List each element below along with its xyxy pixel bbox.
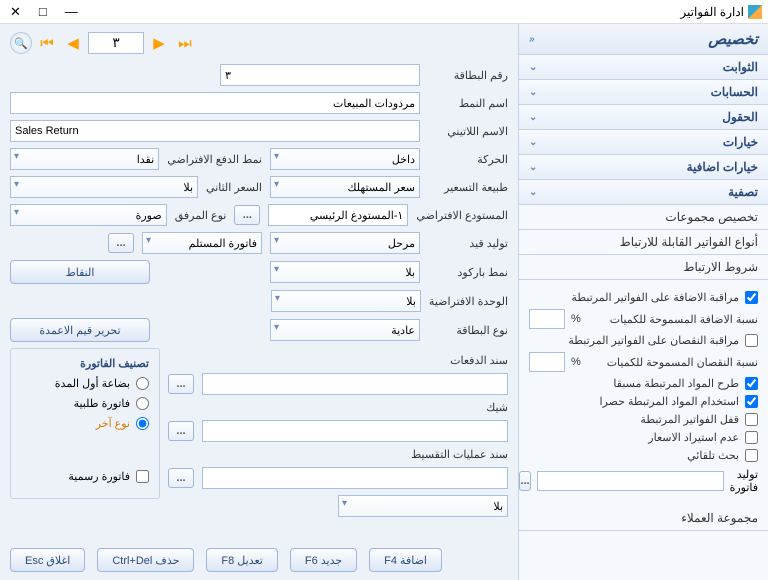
def-store-label: المستودع الافتراضي — [416, 209, 508, 222]
chevron-down-icon: ⌄ — [529, 112, 537, 123]
gen-invoice-browse-button[interactable]: ... — [519, 471, 530, 491]
gen-entry-label: توليد قيد — [428, 237, 508, 250]
pattern-name-label: اسم النمط — [428, 97, 508, 110]
edit-columns-button[interactable]: تحرير قيم الاعمدة — [10, 318, 150, 342]
extra-select[interactable] — [338, 495, 508, 517]
window-title: ادارة الفواتير — [680, 5, 744, 19]
chk-lock[interactable] — [745, 413, 758, 426]
sidebar-item-customers-group[interactable]: مجموعة العملاء — [519, 506, 768, 531]
classify-title: تصنيف الفاتورة — [17, 357, 149, 370]
chevron-down-icon: ⌄ — [529, 137, 537, 148]
pattern-name-input[interactable] — [10, 92, 420, 114]
chk-exclusive[interactable] — [745, 395, 758, 408]
gen-entry-select[interactable] — [270, 232, 420, 254]
sidebar-header[interactable]: تخصيص « — [519, 24, 768, 55]
close-button[interactable]: اغلاق Esc — [10, 548, 85, 572]
chevron-left-icon: « — [529, 34, 535, 45]
default-pay-label: نمط الدفع الافتراضي — [167, 153, 262, 166]
pricing-label: طبيعة التسعير — [428, 181, 508, 194]
chk-official-invoice[interactable] — [136, 470, 149, 483]
movement-select[interactable] — [270, 148, 420, 170]
barcode-select[interactable] — [270, 261, 420, 283]
recv-invoice-browse-button[interactable]: ... — [108, 233, 134, 253]
sidebar-item-options[interactable]: خيارات⌄ — [519, 130, 768, 155]
def-unit-select[interactable] — [271, 290, 421, 312]
price2-select[interactable] — [10, 176, 198, 198]
card-type-label: نوع البطاقة — [428, 324, 508, 337]
cheque-label: شيك — [486, 401, 508, 414]
installment-doc-browse-button[interactable]: ... — [168, 468, 194, 488]
invoice-classify-group: تصنيف الفاتورة بضاعة أول المدة فاتورة طل… — [10, 348, 160, 499]
app-logo-icon — [748, 5, 762, 19]
default-pay-select[interactable] — [10, 148, 159, 170]
maximize-icon[interactable]: □ — [35, 4, 51, 20]
latin-name-label: الاسم اللاتيني — [428, 125, 508, 138]
cheque-browse-button[interactable]: ... — [168, 421, 194, 441]
attach-type-select[interactable] — [10, 204, 167, 226]
radio-order-invoice[interactable] — [136, 397, 149, 410]
add-button[interactable]: اضافة F4 — [369, 548, 442, 572]
sidebar-item-linkable-types[interactable]: أنواع الفواتير القابلة للارتباط — [519, 230, 768, 255]
chevron-down-icon: ⌄ — [529, 87, 537, 98]
def-store-input[interactable] — [268, 204, 408, 226]
chk-no-price-import[interactable] — [745, 431, 758, 444]
card-type-select[interactable] — [270, 319, 420, 341]
sidebar-item-group-customize[interactable]: تخصيص مجموعات — [519, 205, 768, 230]
link-conditions-panel: مراقبة الاضافة على الفواتير المرتبطة نسب… — [519, 280, 768, 506]
gen-invoice-input[interactable] — [537, 471, 724, 491]
delete-button[interactable]: حذف Ctrl+Del — [97, 548, 194, 572]
latin-name-input[interactable] — [10, 120, 420, 142]
attach-type-label: نوع المرفق — [175, 209, 227, 222]
page-number-input[interactable] — [88, 32, 144, 54]
nav-last-icon[interactable]: ⏭ — [174, 32, 196, 54]
payments-doc-input[interactable] — [202, 373, 508, 395]
chk-pre-items[interactable] — [745, 377, 758, 390]
def-unit-label: الوحدة الافتراضية — [429, 295, 508, 308]
installment-doc-label: سند عمليات التقسيط — [411, 448, 508, 461]
radio-other-type[interactable] — [136, 417, 149, 430]
minimize-icon[interactable]: — — [61, 4, 82, 20]
points-button[interactable]: النقاط — [10, 260, 150, 284]
sidebar-item-fields[interactable]: الحقول⌄ — [519, 105, 768, 130]
movement-label: الحركة — [428, 153, 508, 166]
chevron-down-icon: ⌄ — [529, 62, 537, 73]
radio-opening-stock[interactable] — [136, 377, 149, 390]
sidebar-item-link-conditions[interactable]: شروط الارتباط — [519, 255, 768, 280]
installment-doc-input[interactable] — [202, 467, 508, 489]
sidebar-item-filter[interactable]: تصفية⌄ — [519, 180, 768, 205]
search-icon[interactable]: 🔍 — [10, 32, 32, 54]
pct-add-input[interactable] — [529, 309, 565, 329]
nav-first-icon[interactable]: ⏮ — [36, 32, 58, 54]
nav-prev-icon[interactable]: ◀ — [62, 32, 84, 54]
sidebar-item-constants[interactable]: الثوابت⌄ — [519, 55, 768, 80]
payments-doc-label: سند الدفعات — [450, 354, 508, 367]
card-no-input[interactable] — [220, 64, 420, 86]
price2-label: السعر الثاني — [206, 181, 262, 194]
pricing-select[interactable] — [270, 176, 420, 198]
cheque-input[interactable] — [202, 420, 508, 442]
payments-doc-browse-button[interactable]: ... — [168, 374, 194, 394]
sidebar-item-extra-options[interactable]: خيارات اضافية⌄ — [519, 155, 768, 180]
card-no-label: رقم البطاقة — [428, 69, 508, 82]
def-store-browse-button[interactable]: ... — [234, 205, 260, 225]
new-button[interactable]: جديد F6 — [290, 548, 357, 572]
close-icon[interactable]: ✕ — [6, 4, 25, 20]
pct-dec-input[interactable] — [529, 352, 565, 372]
edit-button[interactable]: تعديل F8 — [206, 548, 277, 572]
recv-invoice-select[interactable] — [142, 232, 262, 254]
chk-add-watch[interactable] — [745, 291, 758, 304]
sidebar-item-accounts[interactable]: الحسابات⌄ — [519, 80, 768, 105]
nav-next-icon[interactable]: ▶ — [148, 32, 170, 54]
chevron-down-icon: ⌄ — [529, 187, 537, 198]
chk-auto-search[interactable] — [745, 449, 758, 462]
chk-dec-watch[interactable] — [745, 334, 758, 347]
barcode-label: نمط باركود — [428, 266, 508, 279]
chevron-down-icon: ⌄ — [529, 162, 537, 173]
